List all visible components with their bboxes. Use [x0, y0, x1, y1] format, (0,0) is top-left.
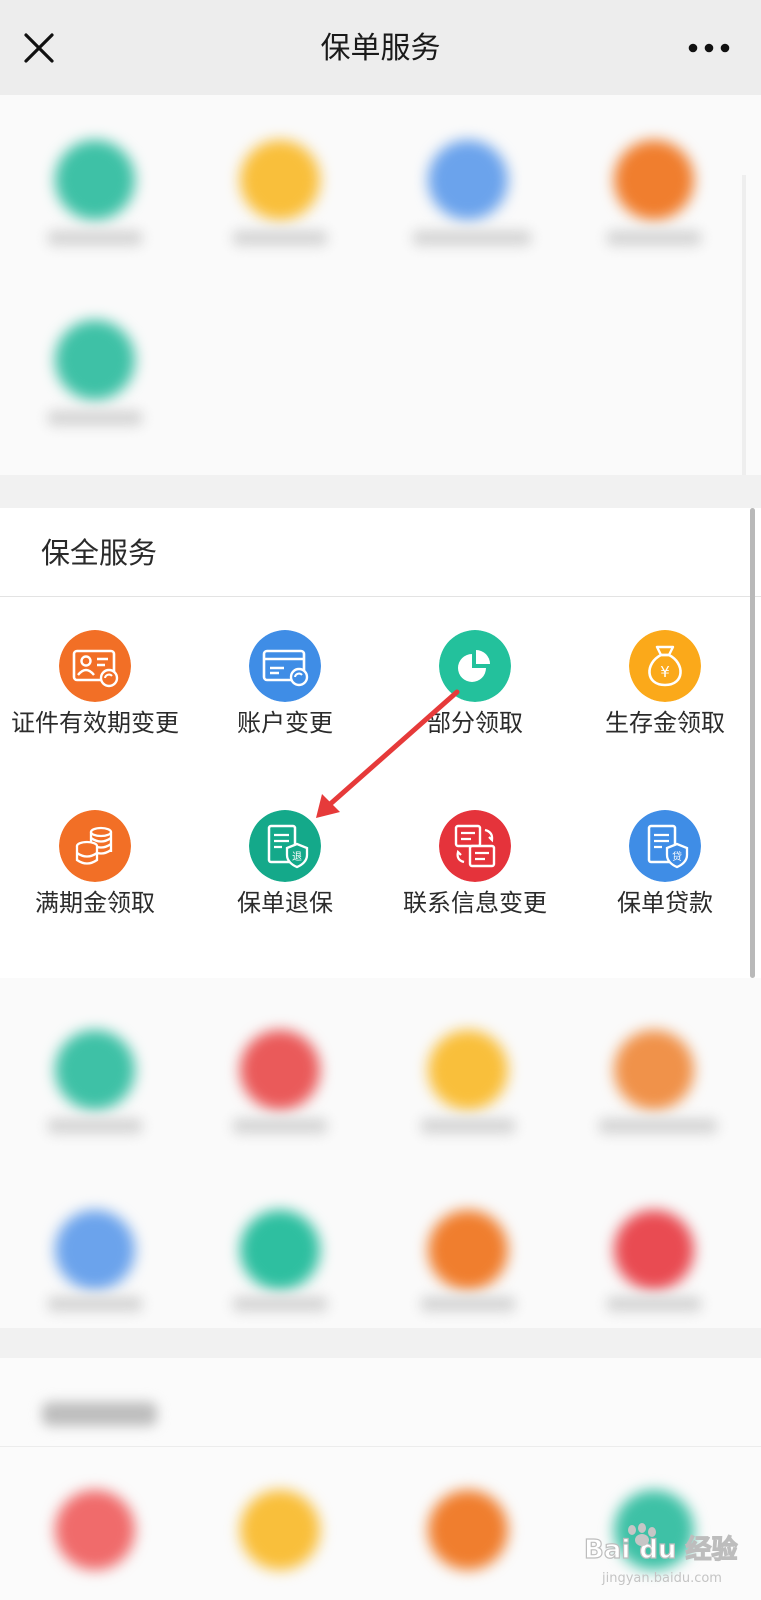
blurred-label	[606, 230, 702, 246]
blurred-icon	[240, 140, 320, 220]
baidu-jingyan-watermark: Bai du 经验 jingyan.baidu.com	[583, 1523, 738, 1586]
blurred-icon	[240, 1490, 320, 1570]
blurred-label	[420, 1118, 516, 1134]
service-policy-surrender[interactable]: 退 保单退保	[190, 688, 380, 917]
service-partial-withdrawal[interactable]: 部分领取	[380, 508, 570, 737]
blurred-icon	[614, 1030, 694, 1110]
blurred-label	[47, 1118, 143, 1134]
service-policy-loan[interactable]: 贷 保单贷款	[570, 688, 760, 917]
service-contact-info-change[interactable]: 联系信息变更	[380, 688, 570, 917]
document-shield-loan-icon: 贷	[629, 810, 701, 882]
blurred-label	[47, 410, 143, 426]
blurred-label	[232, 1118, 328, 1134]
svg-text:Bai du 经验: Bai du 经验	[584, 1534, 738, 1565]
blurred-label	[598, 1118, 718, 1134]
section-gap	[0, 1328, 761, 1358]
more-button[interactable]	[683, 33, 735, 63]
blurred-icon	[428, 140, 508, 220]
blurred-icon	[55, 140, 135, 220]
blurred-label	[47, 230, 143, 246]
svg-text:jingyan.baidu.com: jingyan.baidu.com	[601, 1571, 722, 1586]
blurred-icon	[55, 1030, 135, 1110]
blurred-label	[232, 230, 328, 246]
service-id-validity-change[interactable]: 证件有效期变更	[0, 508, 190, 737]
blurred-label	[232, 1296, 328, 1312]
blurred-section-title	[42, 1402, 157, 1426]
blurred-icon	[240, 1030, 320, 1110]
scrollbar[interactable]	[750, 508, 755, 978]
section-gap	[0, 475, 761, 508]
blurred-service-group-bottom	[0, 978, 761, 1328]
document-shield-refund-icon: 退	[249, 810, 321, 882]
blurred-icon	[428, 1030, 508, 1110]
service-label: 满期金领取	[35, 889, 155, 917]
service-label: 保单贷款	[617, 889, 713, 917]
blurred-icon	[428, 1490, 508, 1570]
blurred-label	[420, 1296, 516, 1312]
service-survival-benefit[interactable]: ¥ 生存金领取	[570, 508, 760, 737]
blurred-service-group-top	[0, 95, 761, 475]
svg-text:贷: 贷	[672, 850, 682, 863]
blurred-icon	[614, 1210, 694, 1290]
preservation-services-section: 保全服务 证件有效期变更 账户变更 部分领取 ¥ 生存金领取 满期金领取 退 保…	[0, 508, 761, 978]
service-label: 联系信息变更	[403, 889, 547, 917]
blurred-label	[412, 230, 532, 246]
blurred-icon	[614, 140, 694, 220]
coin-stack-icon	[59, 810, 131, 882]
service-account-change[interactable]: 账户变更	[190, 508, 380, 737]
service-maturity-benefit[interactable]: 满期金领取	[0, 688, 190, 917]
page-title: 保单服务	[320, 31, 441, 66]
svg-text:¥: ¥	[660, 663, 670, 681]
blurred-icon	[55, 1210, 135, 1290]
more-dots-icon	[688, 43, 730, 53]
blurred-icon	[55, 1490, 135, 1570]
blurred-label	[47, 1296, 143, 1312]
blurred-label	[606, 1296, 702, 1312]
blurred-icon	[55, 320, 135, 400]
blurred-icon	[428, 1210, 508, 1290]
blurred-icon	[240, 1210, 320, 1290]
service-label: 保单退保	[237, 889, 333, 917]
documents-swap-icon	[439, 810, 511, 882]
svg-text:退: 退	[292, 851, 302, 863]
